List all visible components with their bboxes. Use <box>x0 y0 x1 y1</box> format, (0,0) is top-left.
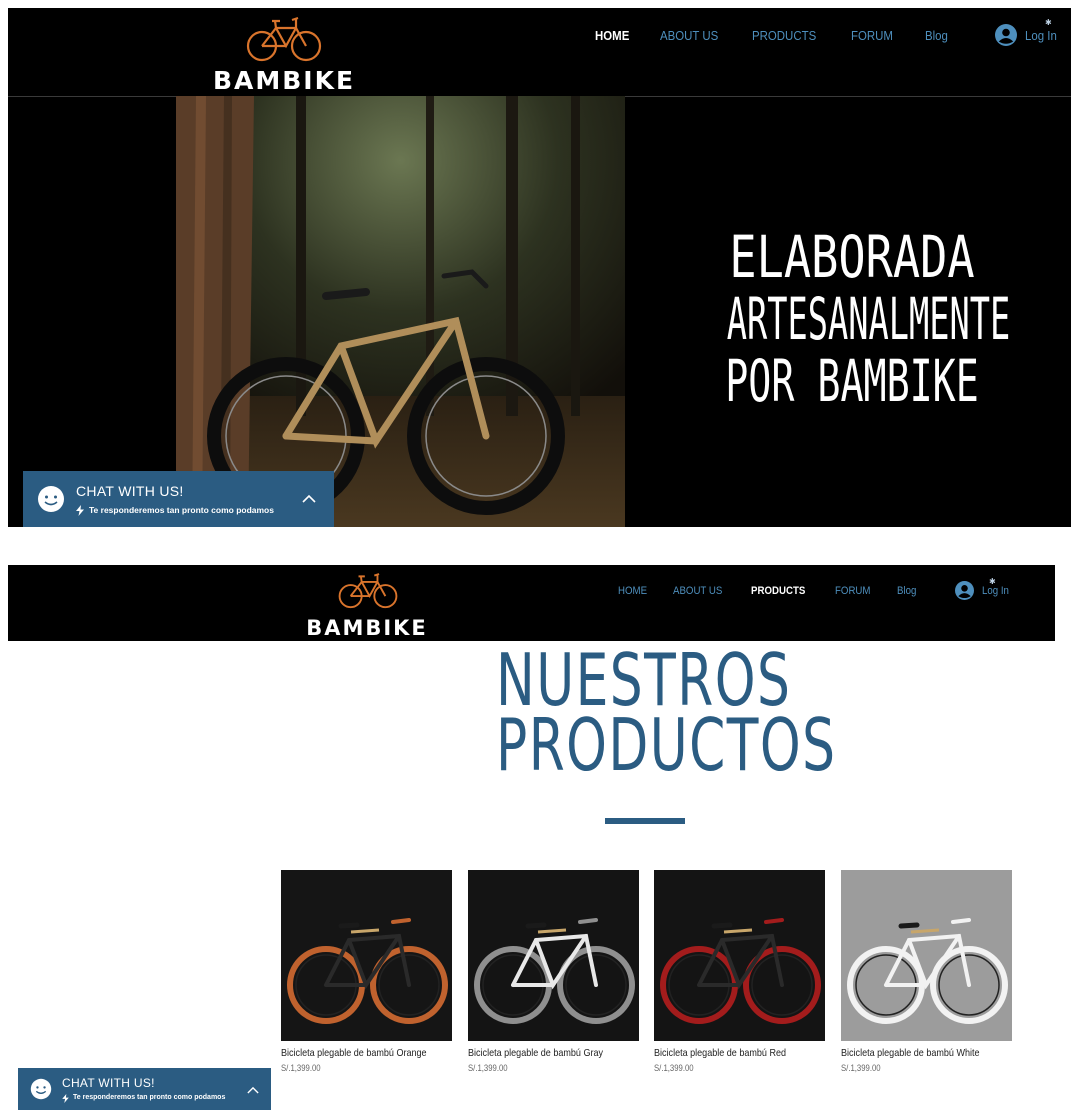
title-underline <box>605 818 685 824</box>
hero-image <box>176 96 625 527</box>
nav-products[interactable]: PRODUCTS <box>752 28 816 43</box>
chevron-up-icon[interactable] <box>247 1086 259 1094</box>
product-card[interactable]: Bicicleta plegable de bambú Orange S/.1,3… <box>281 870 452 1073</box>
nav-forum[interactable]: FORUM <box>851 28 893 43</box>
product-price: S/.1,399.00 <box>468 1063 508 1073</box>
product-name[interactable]: Bicicleta plegable de bambú Gray <box>468 1047 615 1059</box>
product-name[interactable]: Bicicleta plegable de bambú Orange <box>281 1047 428 1059</box>
hero-line-2: ARTESANALMENTE <box>726 285 1011 353</box>
title-line-2: PRODUCTOS <box>496 702 837 787</box>
bicycle-logo-icon <box>246 16 322 62</box>
smiley-icon <box>38 486 64 512</box>
bicycle-photo <box>287 918 448 1024</box>
nav-home[interactable]: HOME <box>618 585 647 597</box>
chat-subtitle: Te responderemos tan pronto como podamos <box>73 1094 226 1101</box>
nav-products[interactable]: PRODUCTS <box>751 585 805 597</box>
product-image[interactable] <box>281 870 452 1041</box>
product-card[interactable]: Bicicleta plegable de bambú Gray S/.1,399… <box>468 870 639 1073</box>
chat-title: CHAT WITH US! <box>62 1076 155 1090</box>
main-nav-2: HOME ABOUT US PRODUCTS FORUM Blog Log In <box>618 581 1013 600</box>
nav-blog[interactable]: Blog <box>897 585 916 597</box>
nav-forum[interactable]: FORUM <box>835 585 870 597</box>
site-logo-2[interactable]: BAMBIKE <box>302 569 432 641</box>
site-logo[interactable]: BAMBIKE <box>204 12 364 96</box>
notification-dot-icon: ✱ <box>989 577 996 586</box>
bicycle-photo <box>847 918 1008 1024</box>
lightning-icon <box>62 1094 69 1103</box>
nav-home[interactable]: HOME <box>595 28 629 43</box>
nav-blog[interactable]: Blog <box>925 28 948 43</box>
chevron-up-icon[interactable] <box>302 494 316 503</box>
login-button[interactable]: Log In <box>955 581 1013 600</box>
brand-name: BAMBIKE <box>306 616 428 640</box>
hero-line-3: POR BAMBIKE <box>725 347 979 415</box>
product-image[interactable] <box>654 870 825 1041</box>
hero-line-1: ELABORADA <box>729 223 975 291</box>
product-name[interactable]: Bicicleta plegable de bambú Red <box>654 1047 801 1059</box>
login-button[interactable]: Log In <box>994 24 1061 46</box>
chat-widget[interactable]: CHAT WITH US! Te responderemos tan pront… <box>23 471 334 527</box>
product-card[interactable]: Bicicleta plegable de bambú Red S/.1,399.… <box>654 870 825 1073</box>
product-card[interactable]: Bicicleta plegable de bambú White S/.1,39… <box>841 870 1012 1073</box>
bicycle-logo-icon <box>338 573 398 609</box>
products-title: NUESTROS PRODUCTOS <box>440 644 840 787</box>
chat-subtitle: Te responderemos tan pronto como podamos <box>89 505 274 515</box>
chat-widget[interactable]: CHAT WITH US! Te responderemos tan pront… <box>18 1068 271 1110</box>
smiley-icon <box>30 1078 52 1100</box>
forest-bike-photo <box>176 96 625 527</box>
nav-about-us[interactable]: ABOUT US <box>660 28 718 43</box>
notification-dot-icon: ✱ <box>1045 18 1052 27</box>
product-price: S/.1,399.00 <box>281 1063 321 1073</box>
product-image[interactable] <box>841 870 1012 1041</box>
site-header: BAMBIKE HOME ABOUT US PRODUCTS FORUM Blo… <box>8 8 1071 97</box>
nav-about-us[interactable]: ABOUT US <box>673 585 722 597</box>
bicycle-photo <box>660 918 821 1024</box>
home-screen: BAMBIKE HOME ABOUT US PRODUCTS FORUM Blo… <box>8 8 1071 527</box>
products-header: BAMBIKE HOME ABOUT US PRODUCTS FORUM Blo… <box>8 565 1055 641</box>
product-name[interactable]: Bicicleta plegable de bambú White <box>841 1047 988 1059</box>
product-image[interactable] <box>468 870 639 1041</box>
user-avatar-icon <box>955 581 975 600</box>
login-label: Log In <box>982 584 1010 597</box>
bicycle-photo <box>474 918 635 1024</box>
product-price: S/.1,399.00 <box>841 1063 881 1073</box>
hero-headline: ELABORADA ARTESANALMENTE POR BAMBIKE <box>636 228 1068 410</box>
user-avatar-icon <box>994 24 1017 46</box>
product-price: S/.1,399.00 <box>654 1063 694 1073</box>
lightning-icon <box>76 505 84 516</box>
main-nav: HOME ABOUT US PRODUCTS FORUM Blog Log In <box>595 24 1061 46</box>
brand-name: BAMBIKE <box>212 66 356 95</box>
chat-title: CHAT WITH US! <box>76 483 184 499</box>
login-label: Log In <box>1024 27 1057 43</box>
